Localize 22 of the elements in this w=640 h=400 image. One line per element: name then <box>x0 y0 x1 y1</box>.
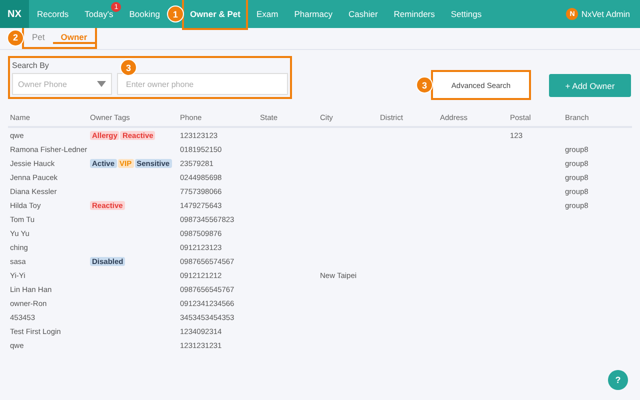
nav-item[interactable]: Settings <box>444 0 488 28</box>
search-label: Search By <box>12 61 49 70</box>
sub-tab[interactable]: Owner <box>52 32 96 44</box>
nav-item[interactable]: Exam <box>250 0 284 28</box>
logo: NX <box>0 0 29 28</box>
help-button[interactable]: ? <box>608 370 628 390</box>
nav-item[interactable]: Records <box>31 0 75 28</box>
callout-marker: 2 <box>7 29 24 46</box>
search-field[interactable]: Enter owner phone <box>117 73 288 95</box>
callout-marker: 3 <box>416 76 433 94</box>
nav-item[interactable]: Pharmacy <box>288 0 338 28</box>
caret-icon <box>97 81 106 87</box>
nav-item[interactable]: Owner & Pet <box>184 0 246 28</box>
search-by-dropdown[interactable]: Owner Phone <box>12 73 112 95</box>
nav-item[interactable]: Cashier <box>342 0 384 28</box>
callout-marker: 3 <box>120 59 137 76</box>
add-owner-button[interactable]: + Add Owner <box>549 74 631 97</box>
sub-tab[interactable]: Pet <box>24 32 53 44</box>
callout-marker: 1 <box>166 6 184 22</box>
user-name[interactable]: NxVet Admin <box>581 9 630 19</box>
nav-item[interactable]: Reminders <box>388 0 441 28</box>
nav-item[interactable]: Booking <box>123 0 166 28</box>
